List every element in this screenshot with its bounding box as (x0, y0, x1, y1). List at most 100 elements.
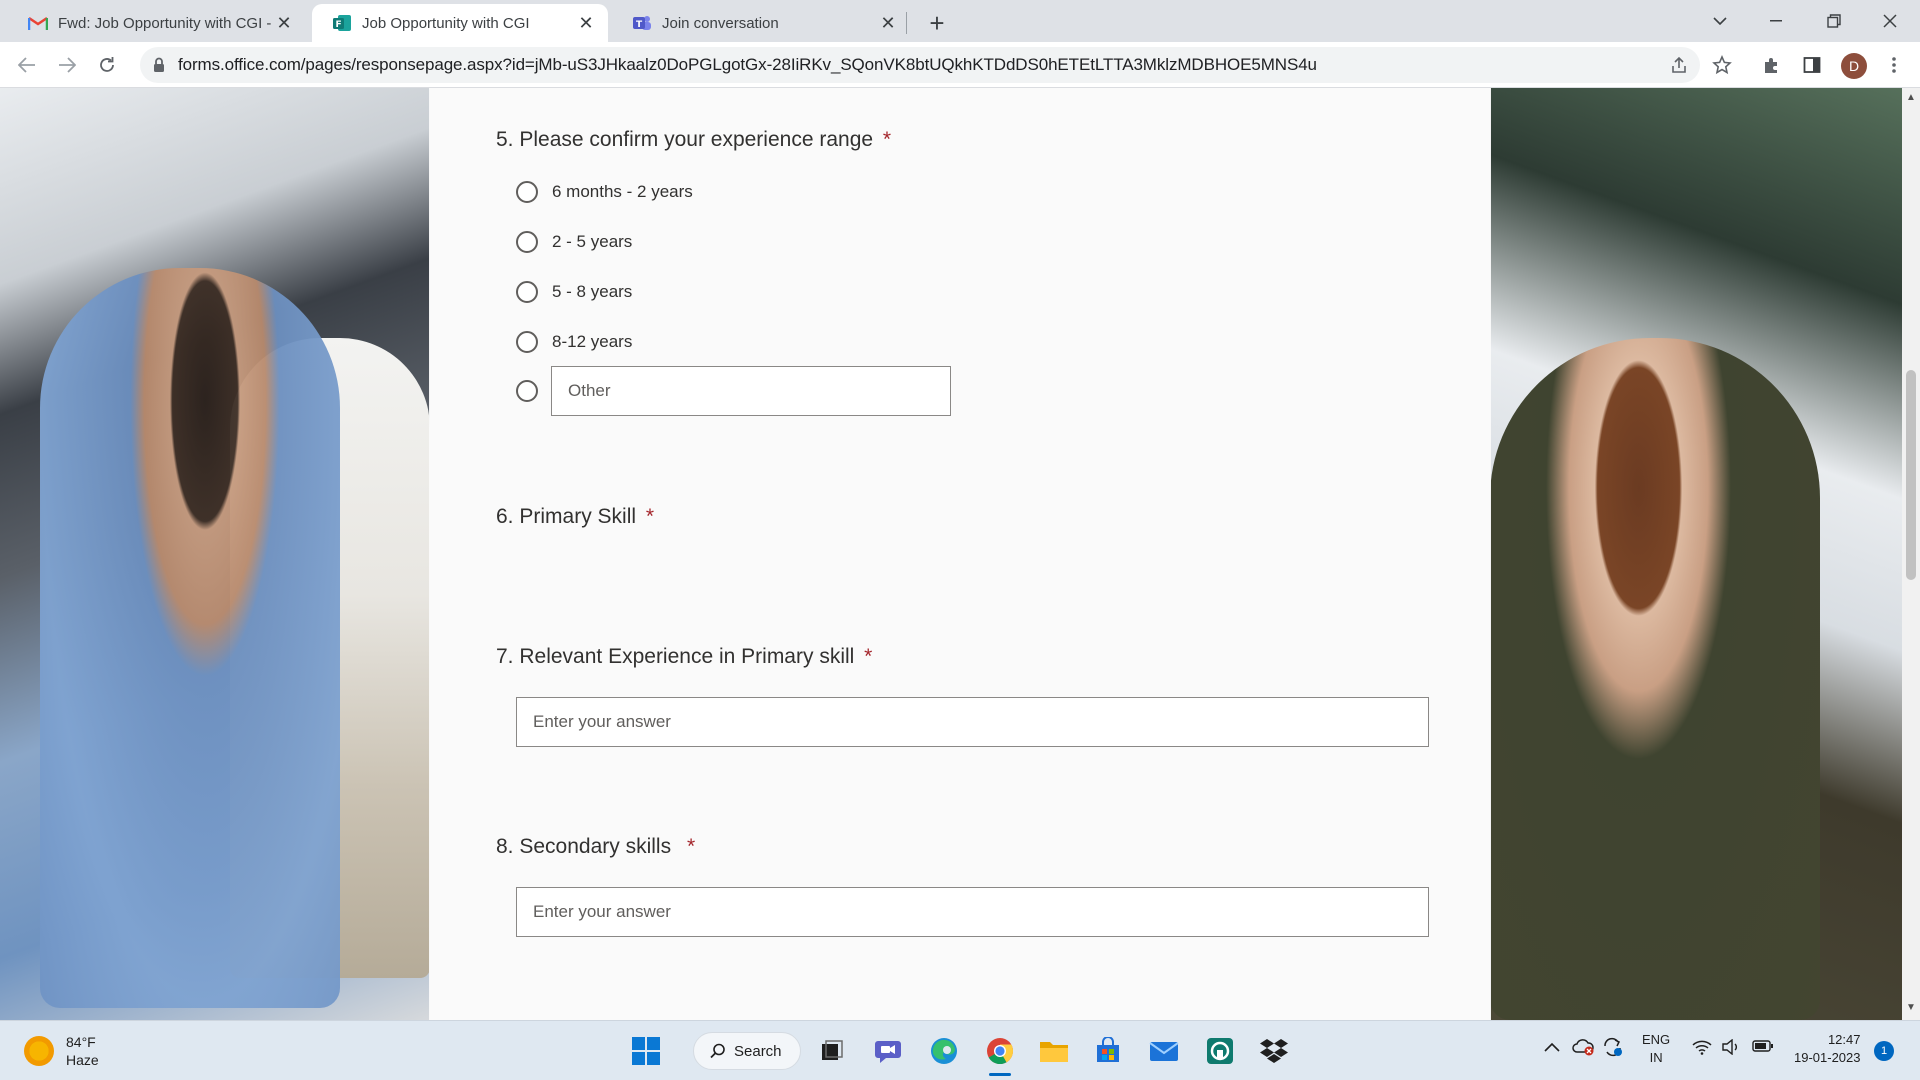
question-number: 8. (496, 835, 514, 858)
answer-input[interactable]: Enter your answer (516, 697, 1429, 747)
chrome-browser-icon[interactable] (984, 1035, 1016, 1067)
side-panel-icon[interactable] (1800, 53, 1824, 77)
question-7-title: 7. Relevant Experience in Primary skill … (496, 645, 872, 669)
svg-text:F: F (336, 20, 342, 30)
battery-icon[interactable] (1752, 1039, 1774, 1058)
weather-temperature: 84°F (66, 1034, 96, 1050)
windows-taskbar: 84°F Haze Search ENG IN 12:47 19-01-2023… (0, 1020, 1920, 1080)
file-explorer-icon[interactable] (1038, 1035, 1070, 1067)
question-number: 5. (496, 128, 514, 151)
question-number: 6. (496, 505, 514, 528)
browser-toolbar: forms.office.com/pages/responsepage.aspx… (0, 42, 1920, 88)
active-app-indicator (989, 1073, 1011, 1076)
question-text: Relevant Experience in Primary skill (519, 645, 855, 668)
notification-badge[interactable]: 1 (1874, 1041, 1894, 1061)
question-number: 7. (496, 645, 514, 668)
weather-widget[interactable]: 84°F Haze (24, 1033, 99, 1069)
radio-label[interactable]: 6 months - 2 years (552, 182, 693, 202)
wifi-icon[interactable] (1692, 1039, 1712, 1060)
system-clock[interactable]: 12:47 19-01-2023 (1794, 1031, 1861, 1067)
show-hidden-icons-chevron-icon[interactable] (1544, 1039, 1560, 1057)
tab-forms[interactable]: F Job Opportunity with CGI ✕ (312, 4, 608, 42)
required-asterisk: * (645, 505, 655, 528)
close-tab-icon[interactable]: ✕ (274, 13, 294, 33)
share-icon[interactable] (1668, 54, 1690, 76)
taskbar-search[interactable]: Search (693, 1032, 801, 1070)
radio-button[interactable] (516, 231, 538, 253)
profile-avatar[interactable]: D (1841, 53, 1867, 79)
input-language-indicator[interactable]: ENG IN (1642, 1031, 1670, 1067)
close-window-button[interactable] (1862, 0, 1918, 42)
radio-option-other[interactable] (516, 376, 538, 406)
radio-button[interactable] (516, 380, 538, 402)
edge-browser-icon[interactable] (928, 1035, 960, 1067)
minimize-button[interactable] (1748, 0, 1804, 42)
required-asterisk: * (686, 835, 696, 858)
tab-search-chevron-icon[interactable] (1692, 0, 1748, 42)
other-text-input[interactable]: Other (551, 366, 951, 416)
microsoft-store-icon[interactable] (1092, 1035, 1124, 1067)
sun-haze-icon (24, 1036, 54, 1066)
radio-label[interactable]: 8-12 years (552, 332, 632, 352)
back-button[interactable] (12, 50, 42, 80)
volume-icon[interactable] (1722, 1038, 1742, 1060)
scroll-thumb[interactable] (1906, 370, 1916, 580)
mail-icon[interactable] (1148, 1035, 1180, 1067)
question-8-title: 8. Secondary skills * (496, 835, 695, 859)
close-tab-icon[interactable]: ✕ (878, 13, 898, 33)
radio-label[interactable]: 5 - 8 years (552, 282, 632, 302)
required-asterisk: * (882, 128, 892, 151)
background-person (40, 268, 340, 1008)
required-asterisk: * (864, 645, 873, 668)
reload-button[interactable] (92, 50, 122, 80)
dropbox-icon[interactable] (1258, 1035, 1290, 1067)
gmail-icon (28, 13, 48, 33)
extensions-puzzle-icon[interactable] (1760, 53, 1784, 77)
task-view-icon[interactable] (816, 1035, 848, 1067)
question-5-title: 5. Please confirm your experience range … (496, 128, 891, 152)
radio-button[interactable] (516, 281, 538, 303)
tab-title: Fwd: Job Opportunity with CGI - (58, 14, 272, 32)
address-bar[interactable]: forms.office.com/pages/responsepage.aspx… (140, 47, 1700, 83)
radio-button[interactable] (516, 181, 538, 203)
close-tab-icon[interactable]: ✕ (576, 13, 596, 33)
bookmark-star-icon[interactable] (1710, 53, 1734, 77)
scroll-down-arrow-icon[interactable]: ▼ (1905, 1002, 1917, 1014)
radio-option[interactable]: 2 - 5 years (516, 227, 632, 257)
browser-menu-icon[interactable] (1882, 53, 1906, 77)
answer-input[interactable]: Enter your answer (516, 887, 1429, 937)
browser-tab-strip: Fwd: Job Opportunity with CGI - ✕ F Job … (0, 0, 1920, 42)
teams-icon: T (632, 13, 652, 33)
remote-app-icon[interactable] (1204, 1035, 1236, 1067)
restore-button[interactable] (1806, 0, 1862, 42)
scroll-up-arrow-icon[interactable]: ▲ (1905, 92, 1917, 104)
radio-option[interactable]: 6 months - 2 years (516, 177, 693, 207)
teams-chat-icon[interactable] (872, 1035, 904, 1067)
svg-text:T: T (636, 20, 643, 30)
radio-button[interactable] (516, 331, 538, 353)
tab-title: Join conversation (662, 14, 779, 32)
sync-icon[interactable] (1602, 1037, 1624, 1062)
search-label: Search (734, 1042, 782, 1060)
question-text: Please confirm your experience range (519, 128, 874, 151)
windows-start-icon[interactable] (630, 1035, 662, 1067)
tab-teams[interactable]: T Join conversation ✕ (612, 4, 910, 42)
page-scrollbar[interactable]: ▲ ▼ (1902, 88, 1920, 1020)
url-text: forms.office.com/pages/responsepage.aspx… (178, 55, 1317, 74)
tab-gmail[interactable]: Fwd: Job Opportunity with CGI - ✕ (8, 4, 306, 42)
cloud-error-icon[interactable] (1572, 1037, 1596, 1062)
radio-option[interactable]: 5 - 8 years (516, 277, 632, 307)
new-tab-button[interactable]: + (922, 8, 952, 38)
background-photo-left (0, 88, 430, 1020)
tab-separator (906, 12, 907, 34)
tab-title: Job Opportunity with CGI (362, 14, 530, 32)
clock-time: 12:47 (1827, 1032, 1861, 1047)
question-text: Primary Skill (519, 505, 637, 528)
page-viewport (0, 88, 1902, 1020)
radio-option[interactable]: 8-12 years (516, 327, 632, 357)
background-photo-right (1490, 88, 1902, 1020)
lock-icon[interactable] (150, 56, 168, 74)
radio-label[interactable]: 2 - 5 years (552, 232, 632, 252)
region-code: IN (1649, 1050, 1663, 1065)
forward-button[interactable] (52, 50, 82, 80)
